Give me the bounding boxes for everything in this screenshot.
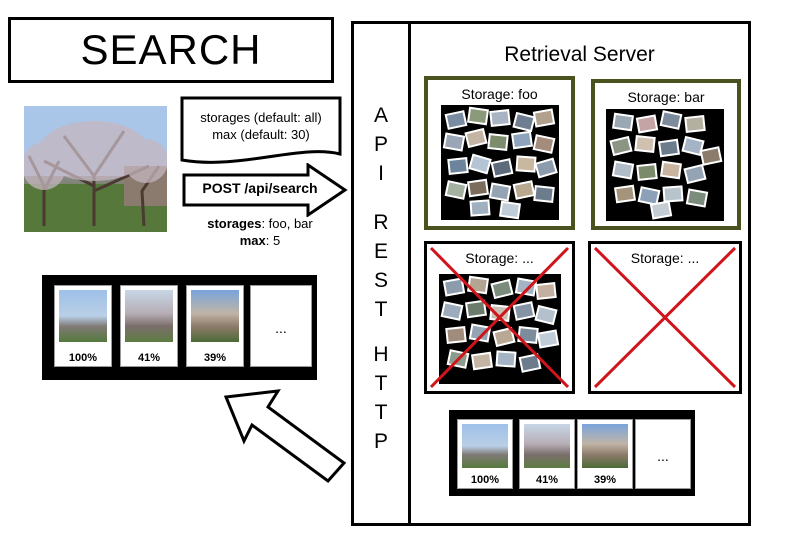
request-params: storages: foo, bar max: 5: [170, 215, 350, 249]
api-letter: T: [374, 401, 388, 424]
param-max-value: : 5: [265, 233, 281, 248]
param-storages-value: : foo, bar: [261, 216, 313, 231]
result-thumb: 41%: [120, 285, 178, 367]
exclusion-cross: [593, 246, 737, 389]
result-score: 41%: [535, 474, 559, 486]
api-letter: I: [378, 162, 384, 185]
results-strip-server: 100% 41% 39% ...: [449, 410, 695, 496]
storage-bar: Storage: bar: [591, 79, 741, 230]
storage-label: Storage: bar: [627, 89, 705, 105]
query-image: [24, 106, 167, 232]
storage-image-collage: [606, 109, 724, 221]
api-letter: A: [373, 104, 388, 127]
result-more: ...: [250, 285, 312, 367]
storage-foo: Storage: foo: [424, 76, 575, 230]
api-letter: P: [373, 430, 388, 453]
storage-label: Storage: foo: [461, 86, 538, 102]
note-storages-default: storages (default: all): [200, 110, 322, 125]
result-thumb: 100%: [457, 419, 513, 489]
search-title-box: SEARCH: [8, 17, 334, 83]
result-more: ...: [635, 419, 691, 489]
storage-unselected-2: Storage: ...: [588, 241, 742, 394]
api-rest-http-bar: A P I R E S T H T T P: [351, 21, 411, 526]
result-score: 39%: [593, 474, 617, 486]
api-letter: R: [373, 211, 389, 234]
response-arrow: [223, 389, 347, 484]
search-title: SEARCH: [80, 26, 262, 73]
post-endpoint-label: POST /api/search: [202, 180, 318, 196]
note-max-default: max (default: 30): [212, 127, 310, 142]
exclusion-cross: [429, 246, 570, 389]
result-score: 39%: [203, 352, 227, 364]
api-letter: T: [374, 372, 388, 395]
result-score: 100%: [68, 352, 98, 364]
storage-image-collage: [441, 105, 559, 220]
param-max-key: max: [239, 233, 266, 248]
request-params-note: storages (default: all) max (default: 30…: [180, 96, 342, 164]
param-storages-key: storages: [207, 216, 262, 231]
result-thumb: 39%: [577, 419, 633, 489]
results-strip-client: 100% 41% 39% ...: [42, 275, 317, 380]
storage-unselected-1: Storage: ...: [424, 241, 575, 394]
api-letter: T: [374, 298, 388, 321]
api-letter: E: [373, 240, 388, 263]
api-letter: H: [373, 343, 389, 366]
server-title: Retrieval Server: [504, 43, 655, 66]
result-more-label: ...: [657, 448, 669, 464]
api-letter: S: [373, 269, 388, 292]
result-thumb: 39%: [186, 285, 244, 367]
api-letter: P: [373, 133, 388, 156]
result-score: 41%: [137, 352, 161, 364]
result-thumb: 100%: [54, 285, 112, 367]
result-score: 100%: [470, 474, 500, 486]
result-thumb: 41%: [519, 419, 575, 489]
result-more-label: ...: [275, 320, 287, 336]
